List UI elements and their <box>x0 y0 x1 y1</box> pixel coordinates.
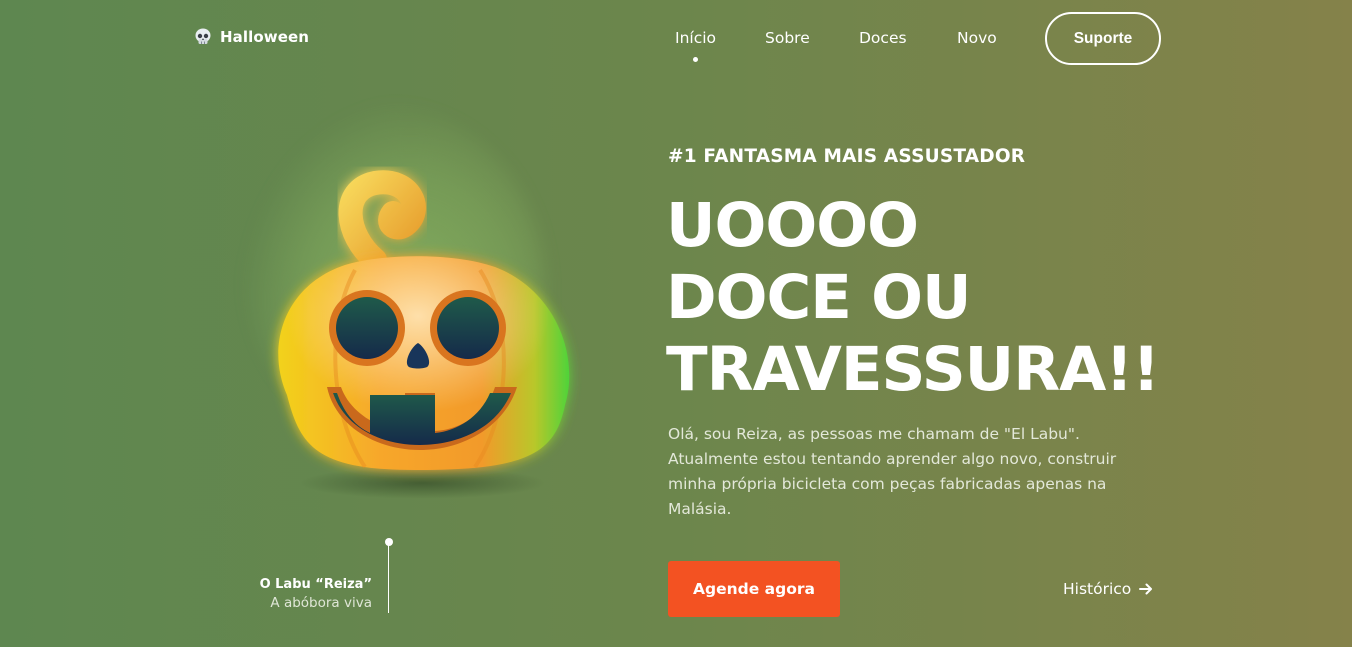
character-caption: O Labu “Reiza” A abóbora viva <box>225 577 372 611</box>
arrow-right-icon <box>1139 583 1153 595</box>
hero-description: Olá, sou Reiza, as pessoas me chamam de … <box>668 425 1117 518</box>
character-name: O Labu “Reiza” <box>259 577 372 592</box>
headline-line-1: UOOOO <box>666 190 919 261</box>
book-now-button[interactable]: Agende agora <box>668 561 840 617</box>
nav-item-sobre[interactable]: Sobre <box>765 29 810 47</box>
character-subtitle: A abóbora viva <box>270 595 372 611</box>
history-link[interactable]: Histórico <box>1063 580 1153 598</box>
nav-item-novo[interactable]: Novo <box>957 29 997 47</box>
hero-headline: UOOOO DOCE OU TRAVESSURA!! <box>666 190 1160 406</box>
hero-eyebrow: #1 FANTASMA MAIS ASSUSTADOR <box>668 146 1026 167</box>
history-label: Histórico <box>1063 580 1132 598</box>
nav-item-doces[interactable]: Doces <box>859 29 907 47</box>
headline-line-2: DOCE OU <box>666 262 972 333</box>
headline-line-3: TRAVESSURA!! <box>666 334 1160 405</box>
caption-marker-line <box>388 545 389 613</box>
support-button[interactable]: Suporte <box>1045 12 1161 65</box>
nav-item-inicio[interactable]: Início <box>675 29 716 62</box>
pumpkin-illustration <box>225 95 605 515</box>
jack-o-lantern-icon <box>278 170 570 470</box>
